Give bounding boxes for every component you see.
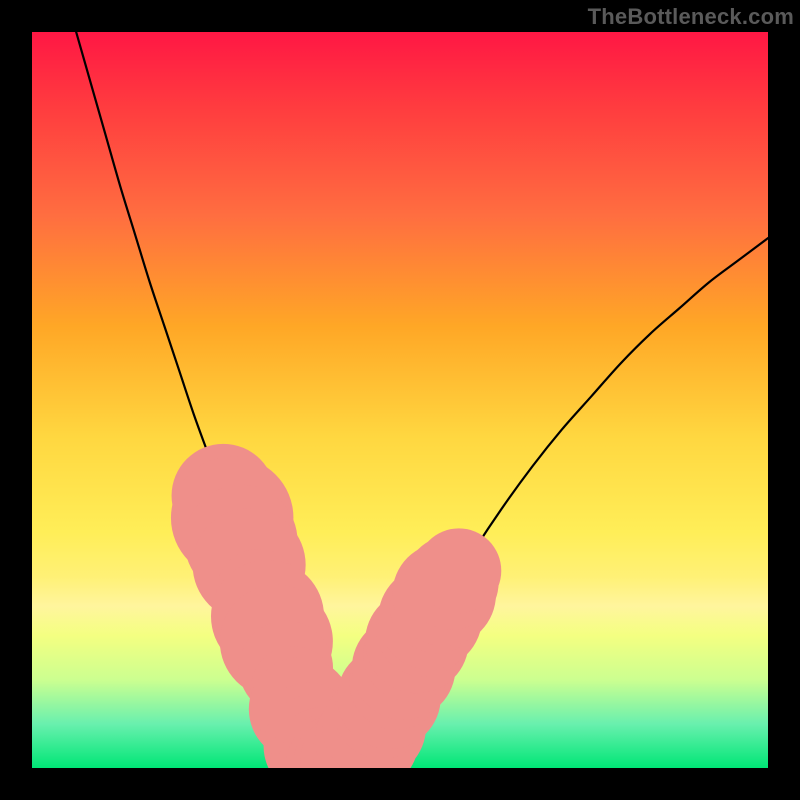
- chart-plot-area: [32, 32, 768, 768]
- watermark-text: TheBottleneck.com: [588, 4, 794, 30]
- chart-svg: [32, 32, 768, 768]
- curve-markers: [171, 444, 501, 768]
- chart-frame: TheBottleneck.com: [0, 0, 800, 800]
- curve-marker: [416, 528, 501, 613]
